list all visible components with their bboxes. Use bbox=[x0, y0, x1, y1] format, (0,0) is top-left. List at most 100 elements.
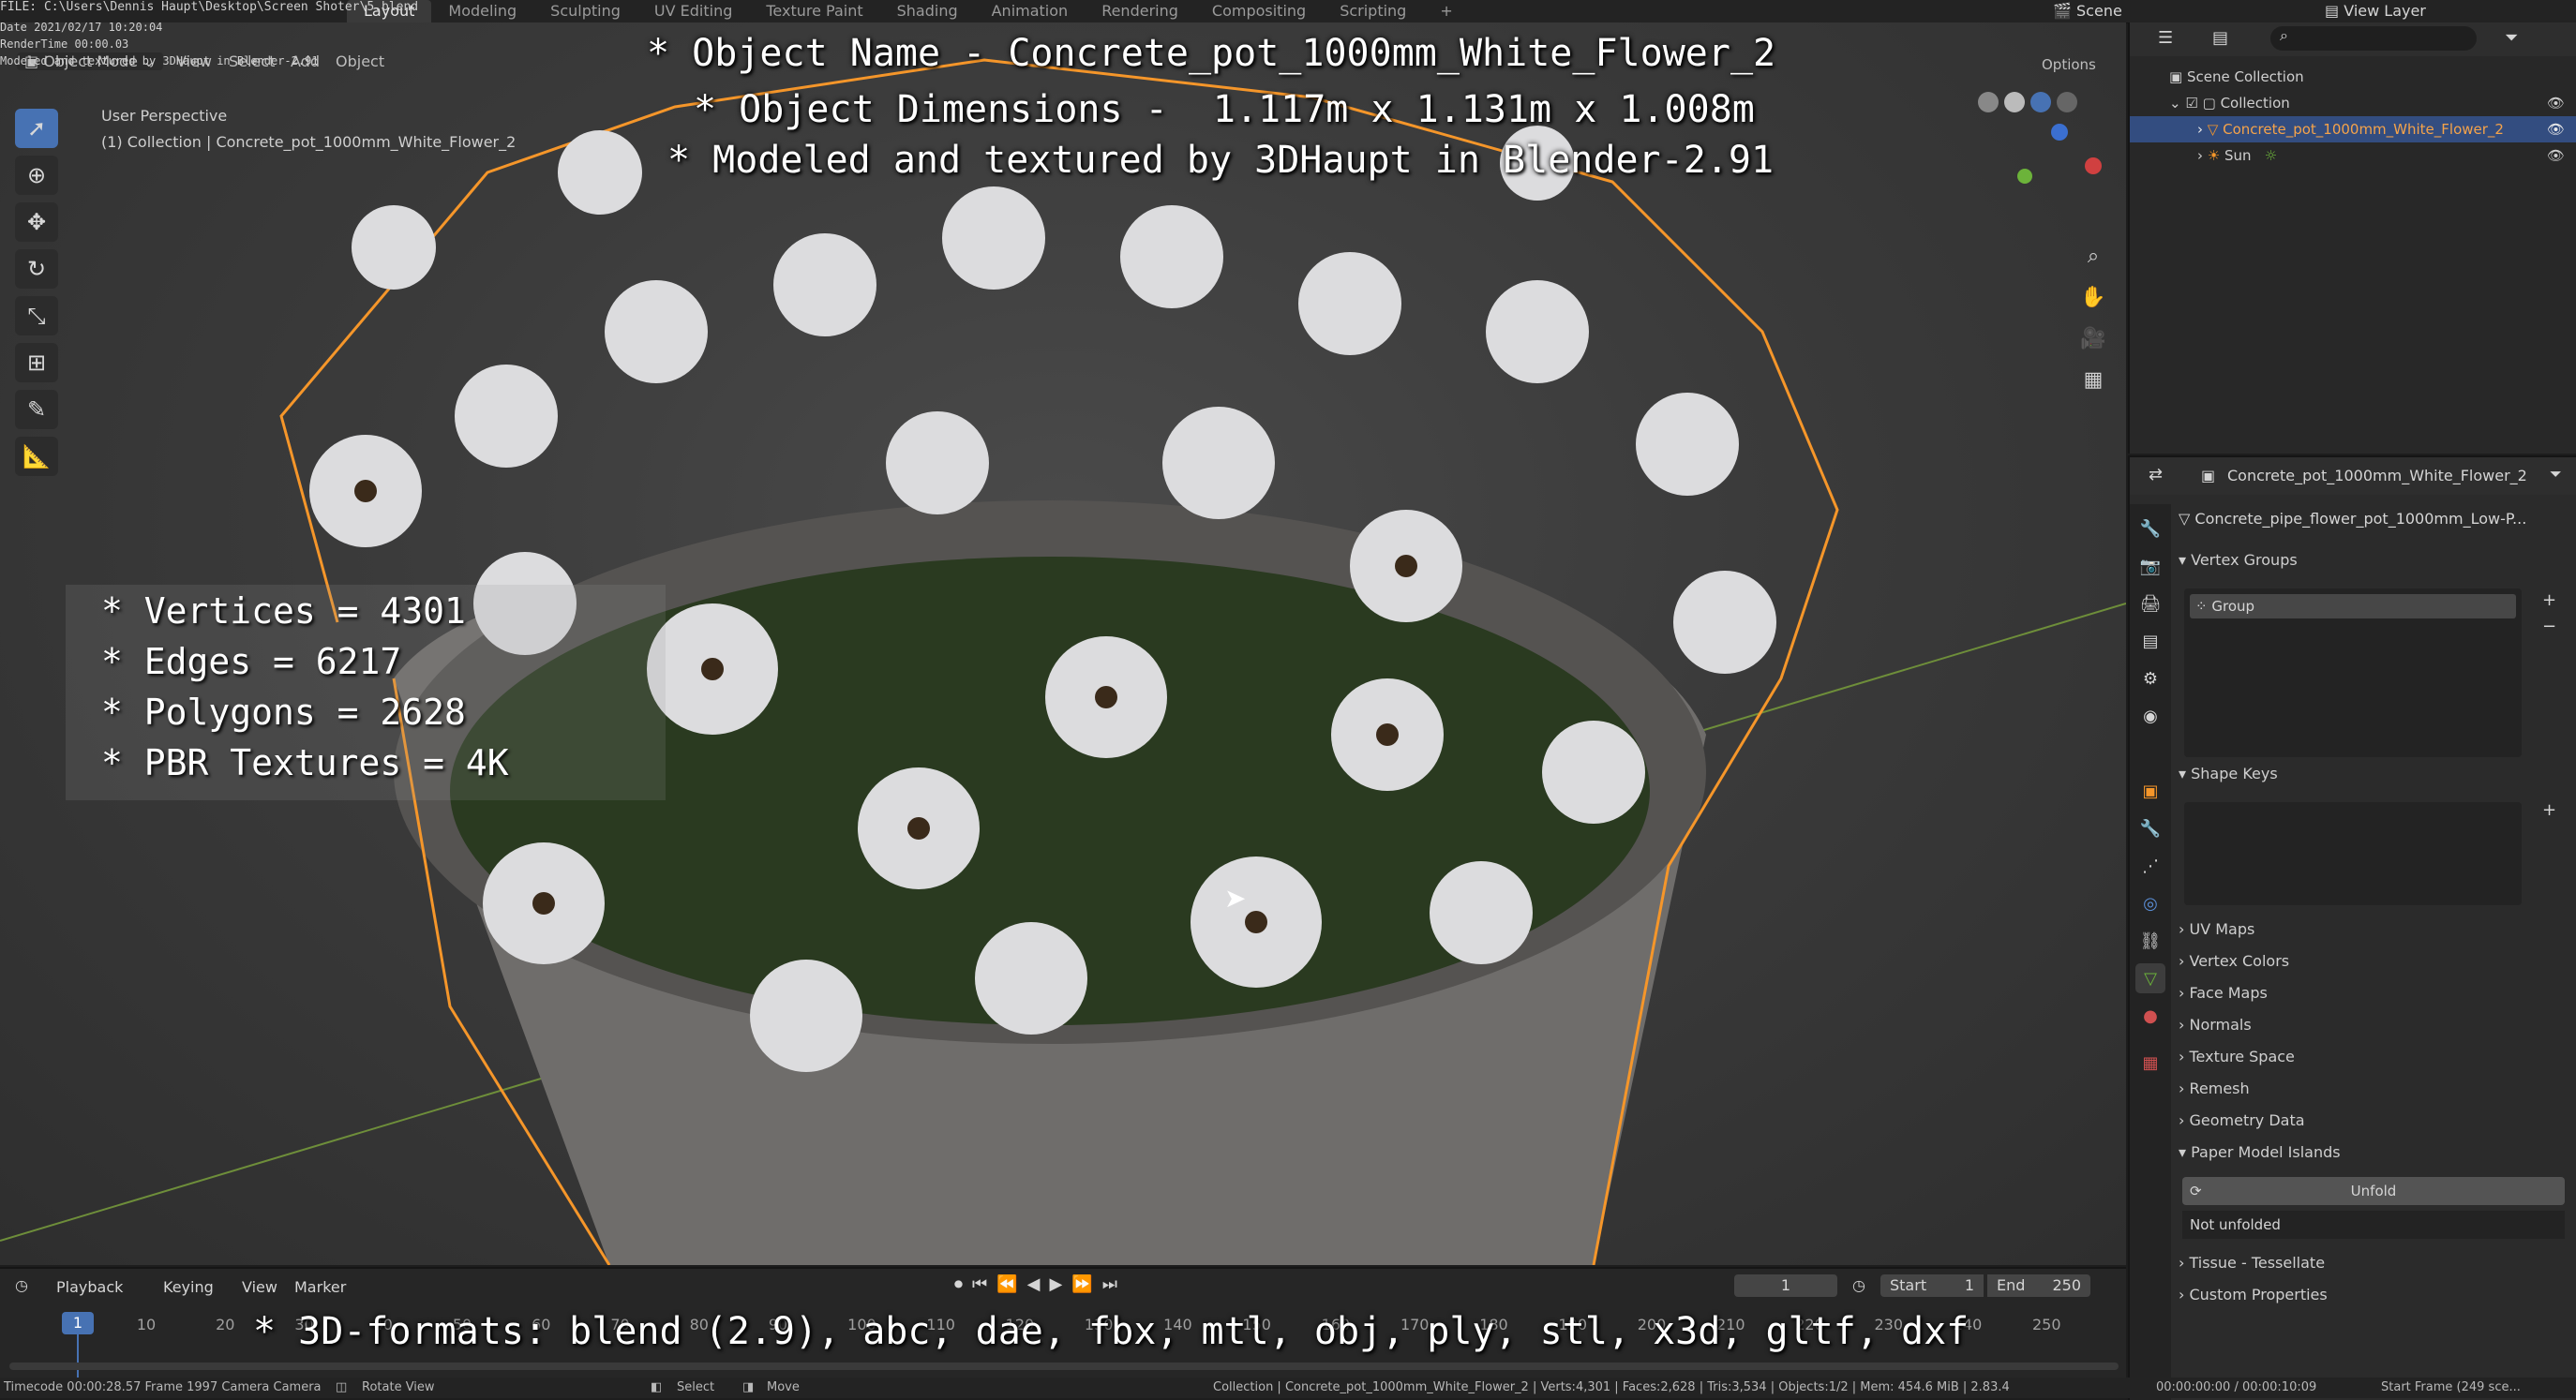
display-mode-icon[interactable]: ▤ bbox=[2212, 28, 2228, 48]
y-axis-icon[interactable] bbox=[2017, 169, 2032, 184]
measure-tool[interactable]: 📐 bbox=[15, 437, 58, 476]
panel-normals[interactable]: › Normals bbox=[2179, 1016, 2252, 1034]
file-path-stamp: FILE: C:\Users\Dennis Haupt\Desktop\Scre… bbox=[0, 0, 419, 14]
outliner-search-input[interactable]: ⌕ bbox=[2270, 26, 2477, 51]
3d-viewport[interactable]: ▣ Object Mode ⌄ View Select Add Object O… bbox=[0, 22, 2126, 1265]
tab-texture-paint[interactable]: Texture Paint bbox=[749, 0, 879, 22]
editor-type-icon[interactable]: ☰ bbox=[2158, 28, 2173, 48]
panel-uv-maps[interactable]: › UV Maps bbox=[2179, 920, 2254, 938]
checkbox-icon[interactable]: ☑ bbox=[2185, 95, 2197, 112]
expand-arrow-icon[interactable]: › bbox=[2197, 147, 2203, 164]
expand-arrow-icon[interactable]: › bbox=[2197, 121, 2203, 138]
add-workspace-button[interactable]: + bbox=[1423, 0, 1469, 22]
pan-hand-icon[interactable]: ✋ bbox=[2075, 279, 2111, 315]
light-object-icon: ☀ bbox=[2207, 147, 2221, 164]
tab-shading[interactable]: Shading bbox=[880, 0, 975, 22]
outliner-panel: ☰ ▤ ⌕ ⏷ ▣ Scene Collection ⌄ ☑ ▢ Collect… bbox=[2128, 22, 2576, 454]
remove-vertex-group-button[interactable]: − bbox=[2542, 617, 2556, 636]
panel-label: Tissue - Tessellate bbox=[2189, 1254, 2326, 1272]
shape-keys-header[interactable]: ▾ Shape Keys bbox=[2179, 765, 2278, 782]
timecode-stamp: Timecode 00:00:28.57 Frame 1997 Camera C… bbox=[4, 1380, 322, 1394]
add-shape-key-button[interactable]: + bbox=[2542, 800, 2556, 820]
camera-view-icon[interactable]: 🎥 bbox=[2075, 320, 2111, 356]
cursor-tool[interactable]: ⊕ bbox=[15, 156, 58, 195]
vertex-groups-label: Vertex Groups bbox=[2191, 551, 2298, 569]
tab-animation[interactable]: Animation bbox=[975, 0, 1086, 22]
vertex-groups-list: ⁘ Group bbox=[2184, 588, 2522, 757]
add-vertex-group-button[interactable]: + bbox=[2542, 590, 2556, 610]
scene-selector[interactable]: 🎬 Scene bbox=[2053, 2, 2122, 20]
texture-tab-icon[interactable]: ▦ bbox=[2135, 1048, 2165, 1078]
vertex-groups-header[interactable]: ▾ Vertex Groups bbox=[2179, 551, 2298, 569]
rendered-shading-icon[interactable] bbox=[2057, 92, 2077, 112]
outliner-row-scene-collection[interactable]: ▣ Scene Collection bbox=[2130, 64, 2576, 90]
output-tab-icon[interactable]: 🖨 bbox=[2135, 588, 2165, 618]
render-tab-icon[interactable]: 📷 bbox=[2135, 551, 2165, 581]
view-layer-selector[interactable]: ▤ View Layer bbox=[2325, 2, 2426, 20]
panel-vertex-colors[interactable]: › Vertex Colors bbox=[2179, 952, 2289, 970]
mesh-datablock[interactable]: ▽ Concrete_pipe_flower_pot_1000mm_Low-P.… bbox=[2179, 510, 2526, 528]
rotate-tool[interactable]: ↻ bbox=[15, 249, 58, 289]
x-axis-icon[interactable] bbox=[2085, 157, 2102, 174]
outliner-row-sun[interactable]: › ☀ Sun ☼ 👁 bbox=[2130, 142, 2576, 169]
panel-remesh[interactable]: › Remesh bbox=[2179, 1080, 2250, 1097]
ortho-grid-icon[interactable]: ▦ bbox=[2075, 362, 2111, 397]
world-tab-icon[interactable]: ◉ bbox=[2135, 701, 2165, 731]
paper-model-header[interactable]: ▾ Paper Model Islands bbox=[2179, 1143, 2341, 1161]
modifier-tab-icon[interactable]: 🔧 bbox=[2135, 813, 2165, 843]
panel-custom-properties[interactable]: › Custom Properties bbox=[2179, 1286, 2328, 1303]
move-icon: ✥ bbox=[26, 209, 47, 235]
status-rotate-view: Rotate View bbox=[362, 1380, 435, 1394]
scale-tool[interactable]: ⤡ bbox=[15, 296, 58, 335]
material-shading-icon[interactable] bbox=[2030, 92, 2051, 112]
filter-icon[interactable]: ⏷ bbox=[2505, 28, 2518, 48]
options-dropdown[interactable]: Options bbox=[2042, 56, 2096, 73]
physics-tab-icon[interactable]: ◎ bbox=[2135, 888, 2165, 918]
tool-tab-icon[interactable]: 🔧 bbox=[2135, 514, 2165, 544]
panel-face-maps[interactable]: › Face Maps bbox=[2179, 984, 2268, 1002]
panel-tissue[interactable]: › Tissue - Tessellate bbox=[2179, 1254, 2325, 1272]
outliner-row-collection[interactable]: ⌄ ☑ ▢ Collection 👁 bbox=[2130, 90, 2576, 116]
visibility-eye-icon[interactable]: 👁 bbox=[2547, 116, 2565, 142]
constraints-tab-icon[interactable]: ⛓ bbox=[2135, 926, 2165, 956]
select-box-tool[interactable]: ➚ bbox=[15, 109, 58, 148]
panel-geometry-data[interactable]: › Geometry Data bbox=[2179, 1111, 2305, 1129]
scene-tab-icon[interactable]: ⚙ bbox=[2135, 663, 2165, 693]
z-axis-icon[interactable] bbox=[2051, 124, 2068, 141]
tab-scripting[interactable]: Scripting bbox=[1323, 0, 1423, 22]
zoom-icon[interactable]: ⌕ bbox=[2075, 238, 2111, 274]
view-layer-label: View Layer bbox=[2344, 2, 2426, 20]
view-layer-tab-icon[interactable]: ▤ bbox=[2135, 626, 2165, 656]
status-select: Select bbox=[677, 1380, 715, 1394]
search-icon: ⌕ bbox=[2280, 26, 2288, 44]
particles-tab-icon[interactable]: ⋰ bbox=[2135, 851, 2165, 881]
expand-arrow-icon[interactable]: ⌄ bbox=[2169, 95, 2181, 112]
outliner-row-object[interactable]: › ▽ Concrete_pot_1000mm_White_Flower_2 👁 bbox=[2130, 116, 2576, 142]
timeline-scrollbar[interactable] bbox=[9, 1363, 2119, 1370]
tab-rendering[interactable]: Rendering bbox=[1085, 0, 1195, 22]
mesh-object-icon: ▽ bbox=[2207, 121, 2219, 138]
panel-texture-space[interactable]: › Texture Space bbox=[2179, 1048, 2295, 1065]
move-tool[interactable]: ✥ bbox=[15, 202, 58, 242]
tab-uv-editing[interactable]: UV Editing bbox=[637, 0, 749, 22]
menu-object[interactable]: Object bbox=[336, 52, 384, 70]
object-tab-icon[interactable]: ▣ bbox=[2135, 776, 2165, 806]
shape-keys-label: Shape Keys bbox=[2191, 765, 2278, 782]
unfold-button[interactable]: ⟳ Unfold bbox=[2182, 1177, 2565, 1205]
pin-icon[interactable]: ⏷ bbox=[2550, 465, 2562, 484]
status-move: Move bbox=[767, 1380, 800, 1394]
visibility-eye-icon[interactable]: 👁 bbox=[2547, 90, 2565, 116]
solid-shading-icon[interactable] bbox=[2004, 92, 2025, 112]
tab-compositing[interactable]: Compositing bbox=[1195, 0, 1323, 22]
mesh-data-tab-icon[interactable]: ▽ bbox=[2135, 963, 2165, 993]
vertex-group-item[interactable]: ⁘ Group bbox=[2190, 594, 2516, 618]
editor-type-icon[interactable]: ⇄ bbox=[2149, 465, 2163, 484]
wireframe-shading-icon[interactable] bbox=[1978, 92, 1999, 112]
tab-sculpting[interactable]: Sculpting bbox=[533, 0, 637, 22]
material-tab-icon[interactable]: ● bbox=[2135, 1001, 2165, 1031]
transform-tool[interactable]: ⊞ bbox=[15, 343, 58, 382]
visibility-eye-icon[interactable]: 👁 bbox=[2547, 142, 2565, 169]
tab-modeling[interactable]: Modeling bbox=[431, 0, 533, 22]
navigation-gizmo[interactable] bbox=[2006, 116, 2109, 219]
annotate-tool[interactable]: ✎ bbox=[15, 390, 58, 429]
